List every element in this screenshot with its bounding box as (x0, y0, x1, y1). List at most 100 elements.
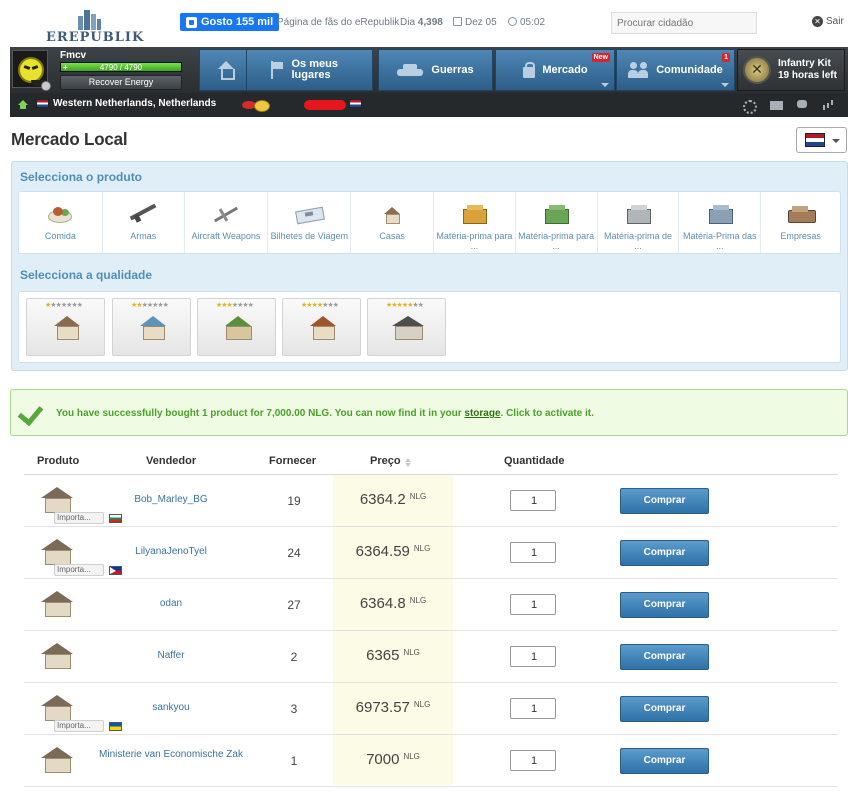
product-selector-panel: Selecciona o produto Comida Armas Aircra… (11, 161, 848, 371)
quality-4-button[interactable]: ★★★★★★★ (282, 298, 361, 356)
thumbs-up-icon (186, 16, 197, 28)
infantry-kit-timer[interactable]: Infantry Kit 19 horas left (737, 49, 845, 91)
product-houses[interactable]: Casas (351, 192, 434, 253)
nav-my-places-button[interactable]: Os meus lugares (246, 49, 373, 91)
aircraft-raw-icon (704, 204, 736, 224)
energy-value: 4790 / 4790 (99, 63, 143, 72)
chevron-down-icon[interactable] (721, 83, 729, 87)
quantity-input[interactable] (510, 698, 556, 719)
sort-arrows-icon[interactable] (404, 458, 411, 467)
netherlands-flag-icon (36, 99, 49, 108)
product-aircraft-weapons[interactable]: Aircraft Weapons (185, 192, 269, 253)
fan-page-link[interactable]: Página de fãs do eRepublik (277, 17, 399, 28)
chevron-down-icon[interactable] (601, 83, 609, 87)
logout-button[interactable]: ✕ Sair (812, 16, 844, 27)
buy-button[interactable]: Comprar (620, 748, 709, 774)
nav-wars-button[interactable]: Guerras (378, 49, 493, 91)
supply-amount: 24 (287, 546, 301, 560)
nav-community-label: Comunidade (656, 63, 723, 76)
seller-link[interactable]: Naffer (98, 650, 244, 661)
origin-country-flag-icon (109, 514, 122, 523)
storage-link[interactable]: storage (464, 408, 500, 419)
player-location[interactable]: Western Netherlands, Netherlands (36, 98, 216, 109)
food-icon (44, 204, 76, 224)
nav-market-button[interactable]: Mercado New (495, 49, 615, 91)
success-text: You have successfully bought 1 product f… (56, 408, 594, 419)
purchase-success-message[interactable]: You have successfully bought 1 product f… (10, 389, 848, 436)
product-travel-tickets[interactable]: Bilhetes de Viagem (268, 192, 352, 253)
erepublik-logo[interactable]: EREPUBLIK (46, 8, 143, 45)
seller-link[interactable]: sankyou (98, 702, 244, 713)
quality-2-button[interactable]: ★★★★★★★ (112, 298, 191, 356)
facebook-like-button[interactable]: Gosto 155 mil (180, 13, 280, 31)
ticket-icon (293, 204, 325, 224)
main-header: Fmcv + 4790 / 4790 Recover Energy Os meu… (10, 47, 848, 117)
product-food[interactable]: Comida (19, 192, 103, 253)
quantity-input[interactable] (510, 646, 556, 667)
nav-community-button[interactable]: Comunidade 1 (616, 49, 735, 91)
product-label: Armas (130, 231, 157, 241)
buy-button[interactable]: Comprar (620, 592, 709, 618)
seller-link[interactable]: LilyanaJenoTyel (98, 546, 244, 557)
quality-1-button[interactable]: ★★★★★★★ (26, 298, 105, 356)
house-product-icon (40, 591, 76, 617)
food-raw-icon (458, 204, 490, 224)
buy-button[interactable]: Comprar (620, 644, 709, 670)
recover-energy-button[interactable]: Recover Energy (60, 75, 182, 90)
quality-5-button[interactable]: ★★★★★★★ (367, 298, 446, 356)
column-header-price[interactable]: Preço (370, 455, 411, 467)
game-day-label: Dia (400, 17, 416, 28)
product-label: Matéria-prima de ... (603, 231, 672, 251)
checkmark-icon (19, 400, 49, 424)
stats-bars-icon[interactable] (822, 99, 836, 111)
community-notification-badge: 1 (722, 53, 730, 62)
chat-bubble-icon[interactable] (796, 99, 810, 111)
house-product-icon (40, 747, 76, 773)
product-companies[interactable]: Empresas (761, 192, 840, 253)
citizen-search-input[interactable] (611, 12, 757, 34)
product-house-raw-material[interactable]: Matéria-prima de ... (598, 192, 680, 253)
price-currency: NLG (403, 648, 420, 657)
quantity-input[interactable] (510, 542, 556, 563)
avatar[interactable] (12, 50, 51, 91)
price-currency: NLG (413, 544, 431, 553)
price-currency: NLG (403, 752, 420, 761)
game-time-value: 05:02 (520, 17, 546, 28)
table-row: Ministerie van Economische Zak 1 7000NLG Co… (24, 735, 838, 787)
mail-icon[interactable] (770, 99, 784, 111)
table-row: Importa... sankyou 3 6973.57NLG Comprar (24, 683, 838, 735)
origin-country-flag-icon (109, 722, 122, 731)
settings-gear-icon[interactable] (742, 99, 757, 114)
product-food-raw-material[interactable]: Matéria-prima para ... (434, 192, 516, 253)
product-aircraft-raw-material[interactable]: Matéria-Prima das ... (679, 192, 762, 253)
crossed-weapons-icon (743, 56, 771, 84)
table-row: Naffer 2 6365NLG Comprar (24, 631, 838, 683)
product-weapon-raw-material[interactable]: Matéria-prima para ... (516, 192, 598, 253)
seller-link[interactable]: odan (98, 598, 244, 609)
weapon-icon (127, 204, 159, 224)
nav-market-label: Mercado (542, 63, 588, 76)
price-value: 6365 (366, 647, 400, 664)
player-name[interactable]: Fmcv (60, 50, 86, 61)
angry-face-icon (18, 57, 47, 86)
seller-link[interactable]: Ministerie van Economische Zak (98, 749, 244, 760)
quantity-input[interactable] (510, 594, 556, 615)
buy-button[interactable]: Comprar (620, 696, 709, 722)
column-header-supply: Fornecer (269, 455, 317, 467)
price-value: 6973.57 (355, 699, 410, 716)
product-weapons[interactable]: Armas (103, 192, 185, 253)
quality-stars: ★★★★★★★ (301, 302, 339, 309)
supply-amount: 1 (290, 754, 298, 768)
seller-link[interactable]: Bob_Marley_BG (98, 494, 244, 505)
buy-button[interactable]: Comprar (620, 488, 709, 514)
price-value: 6364.8 (359, 595, 406, 612)
offer-price: 6364.59 NLG (333, 543, 453, 560)
supply-amount: 3 (290, 702, 298, 716)
quantity-input[interactable] (510, 750, 556, 771)
quality-stars: ★★★★★★★ (386, 302, 424, 309)
quantity-input[interactable] (510, 490, 556, 511)
country-selector[interactable] (796, 127, 847, 153)
nav-home-button[interactable] (199, 49, 253, 91)
quality-3-button[interactable]: ★★★★★★★ (197, 298, 276, 356)
buy-button[interactable]: Comprar (620, 540, 709, 566)
